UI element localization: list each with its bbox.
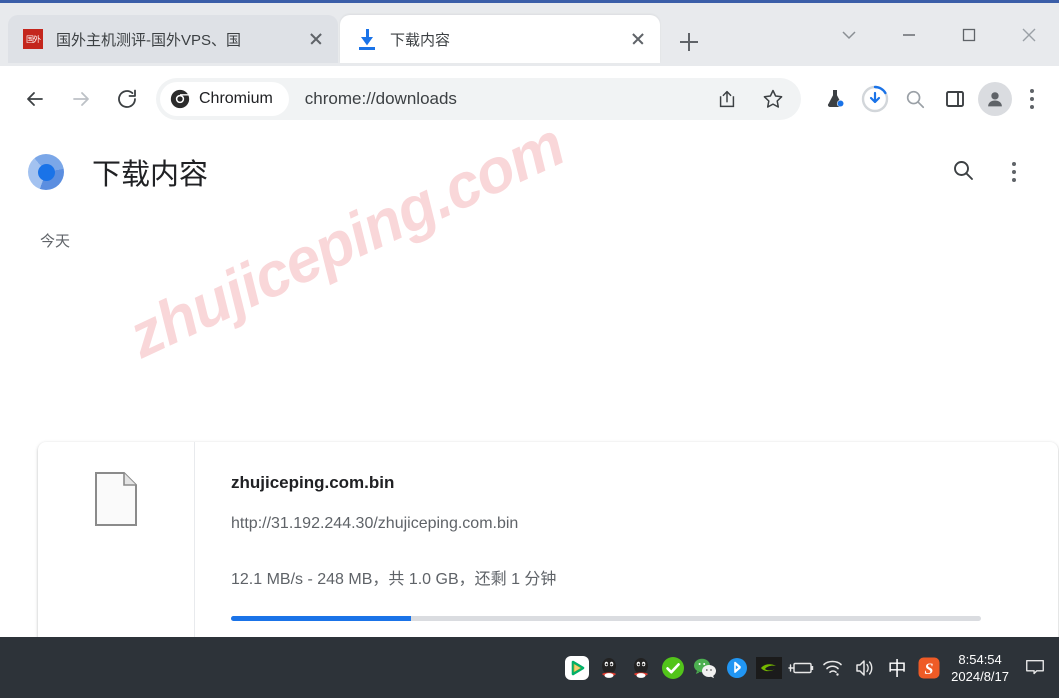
taskbar-clock[interactable]: 8:54:54 2024/8/17 <box>951 651 1009 685</box>
battery-icon[interactable] <box>785 637 817 698</box>
maximize-button[interactable] <box>939 3 999 66</box>
ime-label: 中 <box>887 658 907 680</box>
browser-window: 国外 国外主机测评-国外VPS、国 下载内容 Chromium chrome:/… <box>0 0 1059 698</box>
more-vertical-icon[interactable] <box>997 152 1031 192</box>
qq-icon[interactable] <box>625 637 657 698</box>
tab-host-review[interactable]: 国外 国外主机测评-国外VPS、国 <box>8 15 338 63</box>
side-panel-icon[interactable] <box>935 79 975 119</box>
wechat-icon[interactable] <box>689 637 721 698</box>
volume-icon[interactable] <box>849 637 881 698</box>
svg-text:S: S <box>925 661 934 678</box>
download-progress-fill <box>231 616 411 621</box>
back-button[interactable] <box>12 76 58 122</box>
chromium-chip[interactable]: Chromium <box>160 82 289 116</box>
tab-title: 下载内容 <box>390 31 451 49</box>
window-controls <box>819 3 1059 66</box>
chrome-menu-icon[interactable] <box>1015 79 1049 119</box>
downloads-header: 下载内容 <box>0 132 1059 212</box>
chip-label: Chromium <box>199 90 273 107</box>
new-tab-button[interactable] <box>672 25 706 59</box>
chromium-logo-icon <box>28 154 64 190</box>
notification-bubble-icon[interactable] <box>1017 637 1053 698</box>
download-file-name: zhujiceping.com.bin <box>231 473 395 492</box>
chrome-icon <box>170 89 190 109</box>
clock-date: 2024/8/17 <box>951 668 1009 684</box>
url-text: chrome://downloads <box>304 89 457 108</box>
windows-taskbar: 中 S 8:54:54 2024/8/17 <box>0 637 1059 698</box>
flask-experiments-icon[interactable] <box>815 79 855 119</box>
tab-strip: 国外 国外主机测评-国外VPS、国 下载内容 <box>0 3 1059 66</box>
share-icon[interactable] <box>707 79 747 119</box>
forward-button[interactable] <box>58 76 104 122</box>
bookmark-star-icon[interactable] <box>753 79 793 119</box>
browser-toolbar: Chromium chrome://downloads <box>0 66 1059 132</box>
tab-search-button[interactable] <box>819 3 879 66</box>
profile-avatar-icon[interactable] <box>975 79 1015 119</box>
tab-close-button[interactable] <box>302 25 330 53</box>
media-player-icon[interactable] <box>561 637 593 698</box>
page-title: 下载内容 <box>92 159 209 191</box>
tab-close-button[interactable] <box>624 25 652 53</box>
address-bar[interactable]: Chromium chrome://downloads <box>156 78 801 120</box>
sogou-icon[interactable]: S <box>913 637 945 698</box>
download-icon <box>356 28 378 50</box>
download-progress-icon[interactable] <box>855 79 895 119</box>
tab-downloads[interactable]: 下载内容 <box>340 15 660 63</box>
system-tray: 中 S 8:54:54 2024/8/17 <box>561 637 1059 698</box>
generic-file-icon <box>95 472 137 526</box>
bluetooth-icon[interactable] <box>721 637 753 698</box>
page-search-icon[interactable] <box>951 158 975 187</box>
green-check-icon[interactable] <box>657 637 689 698</box>
download-progress-bar <box>231 616 981 621</box>
clock-time: 8:54:54 <box>958 651 1002 667</box>
search-icon[interactable] <box>895 79 935 119</box>
download-status-text: 12.1 MB/s - 248 MB，共 1.0 GB，还剩 1 分钟 <box>231 571 557 588</box>
wifi-icon[interactable] <box>817 637 849 698</box>
downloads-page: zhujiceping.com 下载内容 今天 zhujiceping.com.… <box>0 132 1059 698</box>
seal-favicon: 国外 <box>22 28 44 50</box>
ime-chinese-icon[interactable]: 中 <box>881 637 913 698</box>
download-source-url[interactable]: http://31.192.244.30/zhujiceping.com.bin <box>231 515 1058 533</box>
reload-button[interactable] <box>104 76 150 122</box>
section-label-today: 今天 <box>40 233 71 250</box>
tab-title: 国外主机测评-国外VPS、国 <box>56 31 242 49</box>
qq-icon[interactable] <box>593 637 625 698</box>
nvidia-icon[interactable] <box>753 637 785 698</box>
close-button[interactable] <box>999 3 1059 66</box>
minimize-button[interactable] <box>879 3 939 66</box>
